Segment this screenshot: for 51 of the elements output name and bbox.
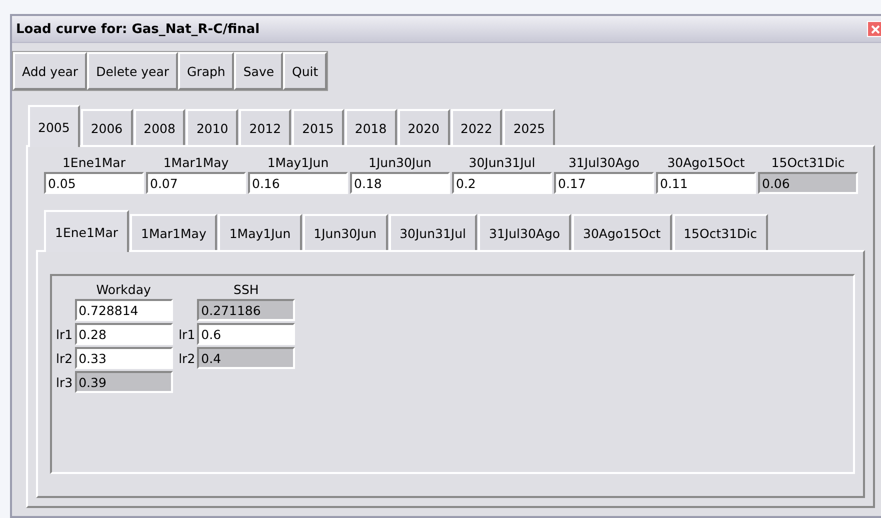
share-field[interactable]: 0.2: [452, 172, 552, 194]
period-label: 1Ene1Mar: [62, 155, 126, 172]
share-field[interactable]: 0.11: [656, 172, 756, 194]
day-share-field[interactable]: 0.728814: [74, 299, 173, 321]
year-tab[interactable]: 2022: [450, 109, 502, 145]
close-button[interactable]: [867, 21, 881, 37]
period-label: 1Jun30Jun: [368, 155, 432, 172]
day-type-label: SSH: [232, 282, 260, 297]
share-field[interactable]: 0.17: [554, 172, 654, 194]
year-tab[interactable]: 2006: [80, 109, 133, 145]
level-label: lr1: [178, 326, 196, 342]
year-tab[interactable]: 2010: [186, 109, 238, 145]
share-field[interactable]: 0.05: [44, 172, 144, 194]
period-label: 30Jun31Jul: [468, 155, 536, 172]
period-tab[interactable]: 15Oct31Dic: [672, 214, 768, 250]
close-icon: [870, 24, 880, 34]
period-tab[interactable]: 1Mar1May: [130, 214, 218, 250]
year-tab[interactable]: 2008: [134, 109, 186, 145]
period-tab[interactable]: 31Jul30Ago: [478, 214, 572, 250]
period-label: 15Oct31Dic: [771, 155, 845, 172]
year-tab[interactable]: 2018: [344, 109, 397, 145]
period-label: 30Ago15Oct: [667, 155, 745, 172]
year-tab[interactable]: 2015: [292, 109, 344, 145]
period-tab[interactable]: 30Ago15Oct: [572, 214, 672, 250]
period-tab[interactable]: 1May1Jun: [218, 214, 302, 250]
toolbar-button[interactable]: Add year: [13, 52, 88, 90]
year-tab[interactable]: 2012: [239, 109, 292, 145]
level-field[interactable]: 0.33: [74, 347, 173, 369]
toolbar-button[interactable]: Quit: [283, 52, 328, 90]
period-tab[interactable]: 1Ene1Mar: [44, 210, 130, 252]
toolbar-button[interactable]: Save: [234, 52, 284, 90]
period-label: 31Jul30Ago: [568, 155, 640, 172]
level-field[interactable]: 0.28: [74, 323, 173, 345]
share-field[interactable]: 0.16: [248, 172, 348, 194]
window-title: Load curve for: Gas_Nat_R-C/final: [16, 22, 260, 36]
toolbar-button[interactable]: Graph: [178, 52, 234, 90]
year-tab[interactable]: 2025: [503, 109, 556, 145]
day-type-label: Workday: [95, 282, 152, 297]
share-field[interactable]: 0.07: [146, 172, 246, 194]
share-field[interactable]: 0.18: [350, 172, 450, 194]
period-tab[interactable]: 1Jun30Jun: [302, 214, 388, 250]
year-tab[interactable]: 2020: [398, 109, 450, 145]
level-label: lr2: [178, 350, 196, 366]
level-label: lr1: [56, 326, 73, 342]
period-label: 1Mar1May: [163, 155, 229, 172]
level-label: lr3: [56, 374, 73, 390]
level-label: lr2: [56, 350, 73, 366]
period-tab[interactable]: 30Jun31Jul: [388, 214, 477, 250]
period-label: 1May1Jun: [267, 155, 329, 172]
toolbar-button[interactable]: Delete year: [87, 52, 178, 90]
year-tab[interactable]: 2005: [28, 105, 80, 147]
